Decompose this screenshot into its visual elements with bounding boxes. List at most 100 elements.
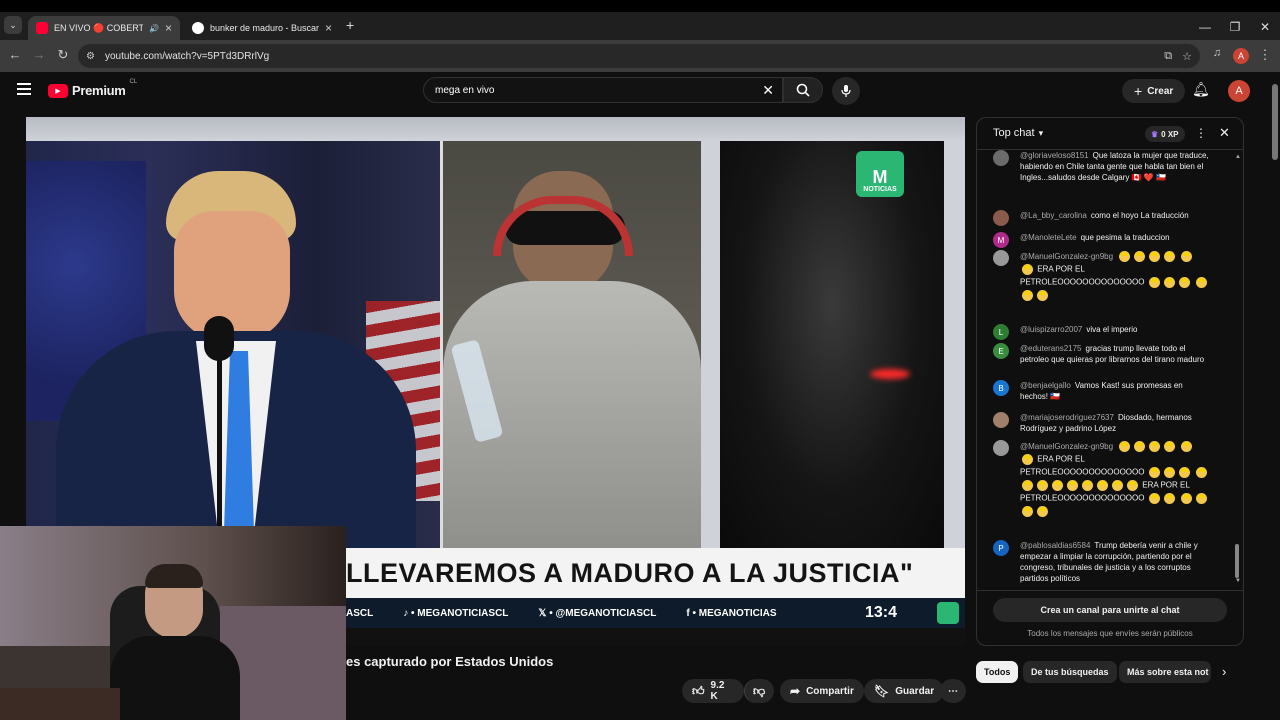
tab-search-button[interactable]: ⌄: [4, 16, 22, 34]
url-bar[interactable]: ⚙ youtube.com/watch?v=5PTd3DRrlVg ⧉ ☆: [78, 44, 1200, 68]
emoji-icon: [1148, 467, 1160, 478]
thumbs-up-icon: 👍︎: [692, 683, 705, 698]
chat-author[interactable]: @gloriaveloso8151: [1020, 151, 1089, 160]
install-app-icon[interactable]: ⧉: [1164, 50, 1172, 63]
close-tab-icon[interactable]: ×: [165, 21, 172, 35]
save-button[interactable]: 🔖︎ Guardar: [864, 679, 945, 703]
restore-icon[interactable]: ❐: [1220, 20, 1250, 34]
speaker-face-shape: [174, 211, 290, 341]
page-scroll-thumb[interactable]: [1272, 84, 1278, 160]
account-avatar[interactable]: A: [1228, 80, 1250, 102]
page-scrollbar[interactable]: [1270, 72, 1280, 720]
voice-search-button[interactable]: [832, 77, 860, 105]
chat-message: P @pablosaldias6584 Trump debería venir a…: [993, 540, 1209, 584]
like-count: 9.2 K: [710, 680, 725, 702]
dislike-button[interactable]: 👎︎: [744, 679, 774, 703]
scroll-thumb[interactable]: [1235, 544, 1239, 578]
scroll-down-icon[interactable]: ▼: [1235, 578, 1241, 584]
chat-author[interactable]: @La_bby_carolina: [1020, 211, 1087, 220]
ticker-item-tiktok: ♪ • MEGANOTICIASCL: [403, 607, 509, 619]
close-chat-icon[interactable]: ✕: [1219, 125, 1230, 141]
chat-author[interactable]: @mariajoserodriguez7637: [1020, 413, 1114, 422]
emoji-icon: [1149, 441, 1161, 452]
minimize-icon[interactable]: —: [1190, 20, 1220, 34]
emoji-icon: [1164, 251, 1176, 262]
tiktok-icon: ♪ •: [403, 607, 418, 619]
back-icon[interactable]: ←: [6, 47, 24, 62]
webcam-overlay: [0, 526, 346, 720]
hamburger-menu-icon[interactable]: [17, 83, 31, 95]
share-arrow-icon: ➦: [790, 684, 801, 698]
close-tab-icon[interactable]: ×: [325, 21, 332, 35]
youtube-play-icon: ▶: [48, 83, 68, 98]
forward-icon[interactable]: →: [30, 47, 48, 62]
video-panel-speaker: [26, 141, 440, 551]
chat-menu-icon[interactable]: ⋮: [1195, 126, 1207, 140]
reload-icon[interactable]: ↻: [54, 47, 72, 63]
chat-author[interactable]: @benjaelgallo: [1020, 381, 1071, 390]
region-code: CL: [129, 79, 138, 85]
chat-message: B @benjaelgallo Vamos Kast! sus promesas …: [993, 380, 1209, 402]
logo-text: NOTICIAS: [863, 186, 897, 193]
share-label: Compartir: [806, 685, 854, 697]
chevron-right-icon[interactable]: ›: [1222, 664, 1226, 679]
emoji-icon: [1097, 480, 1108, 491]
like-button[interactable]: 👍︎ 9.2 K: [682, 679, 744, 703]
search-button[interactable]: [783, 77, 823, 103]
close-window-icon[interactable]: ✕: [1250, 20, 1280, 34]
emoji-icon: [1181, 441, 1193, 452]
x-icon: 𝕏 •: [538, 607, 556, 619]
site-info-icon[interactable]: ⚙: [86, 51, 95, 62]
browser-menu-icon[interactable]: ⋮: [1256, 47, 1274, 63]
search-input[interactable]: mega en vivo ✕: [423, 77, 783, 103]
chip-more-about[interactable]: Más sobre esta not: [1119, 661, 1211, 683]
emoji-icon: [1022, 506, 1033, 517]
media-controls-icon[interactable]: ♫: [1208, 47, 1226, 59]
chat-author[interactable]: @eduterans2175: [1020, 344, 1082, 353]
search-query: mega en vivo: [435, 84, 495, 96]
chat-author[interactable]: @ManoleteLete: [1020, 233, 1077, 242]
more-horizontal-icon: ⋯: [948, 685, 958, 697]
share-button[interactable]: ➦ Compartir: [780, 679, 864, 703]
emoji-icon: [1195, 277, 1207, 288]
desk-shape: [0, 688, 120, 720]
chat-author[interactable]: @pablosaldias6584: [1020, 541, 1090, 550]
chat-header: Top chat ▾ ♛ 0 XP ⋮ ✕: [977, 118, 1243, 150]
browser-profile-avatar[interactable]: A: [1233, 48, 1249, 64]
create-channel-button[interactable]: Crea un canal para unirte al chat: [993, 598, 1227, 622]
chevron-down-icon: ▾: [1038, 127, 1044, 138]
emoji-icon: [1195, 493, 1207, 504]
youtube-favicon-icon: [36, 22, 48, 34]
chat-author[interactable]: @luispizarro2007: [1020, 325, 1082, 334]
avatar: [993, 150, 1009, 166]
more-actions-button[interactable]: ⋯: [940, 679, 966, 703]
plus-icon: +: [1134, 83, 1143, 99]
chat-mode-dropdown[interactable]: Top chat ▾: [993, 127, 1043, 139]
chip-from-searches[interactable]: De tus búsquedas: [1023, 661, 1117, 683]
emoji-icon: [1163, 493, 1175, 504]
chat-message: L @luispizarro2007 viva el imperio: [993, 324, 1209, 340]
ticker-logo-icon: [937, 602, 959, 624]
create-button[interactable]: + Crear: [1122, 79, 1186, 103]
emoji-icon: [1052, 480, 1063, 491]
emoji-icon: [1180, 493, 1192, 504]
bookmark-star-icon[interactable]: ☆: [1182, 50, 1192, 63]
ticker-item: ASCL: [346, 607, 374, 619]
chat-author[interactable]: @ManuelGonzalez-gn9bg: [1020, 442, 1113, 451]
chat-scrollbar[interactable]: ▲ ▼: [1235, 154, 1241, 584]
chat-author[interactable]: @ManuelGonzalez-gn9bg: [1020, 252, 1113, 261]
emoji-icon: [1181, 251, 1193, 262]
xp-badge[interactable]: ♛ 0 XP: [1145, 126, 1185, 142]
clear-search-icon[interactable]: ✕: [762, 82, 774, 99]
chip-all[interactable]: Todos: [976, 661, 1019, 683]
video-top-strip: [26, 117, 965, 141]
browser-tab-google[interactable]: bunker de maduro - Buscar con ×: [184, 16, 340, 40]
ticker-item-facebook: f • MEGANOTICIAS: [686, 607, 777, 619]
microphone-icon: [841, 85, 851, 97]
browser-tab-youtube[interactable]: EN VIVO 🔴 COBERTURA E 🔊 ×: [28, 16, 180, 40]
scroll-up-icon[interactable]: ▲: [1235, 154, 1241, 160]
youtube-logo[interactable]: ▶ Premium CL: [48, 79, 137, 98]
thumbs-down-icon: 👎︎: [753, 683, 766, 698]
notifications-bell-icon[interactable]: 🔔︎: [1192, 81, 1210, 98]
new-tab-button[interactable]: +: [346, 17, 354, 33]
